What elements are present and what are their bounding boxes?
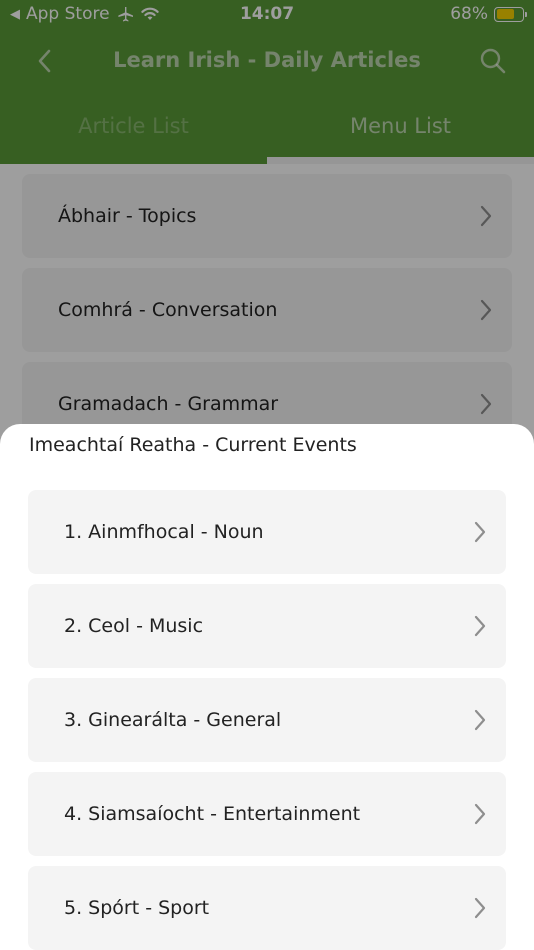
sheet-list: 1. Ainmfhocal - Noun 2. Ceol - Music 3. … bbox=[28, 490, 506, 950]
sheet-item-label: 3. Ginearálta - General bbox=[64, 709, 282, 731]
sheet-item-music[interactable]: 2. Ceol - Music bbox=[28, 584, 506, 668]
sheet-item-label: 2. Ceol - Music bbox=[64, 615, 204, 637]
sheet-item-general[interactable]: 3. Ginearálta - General bbox=[28, 678, 506, 762]
bottom-sheet: Imeachtaí Reatha - Current Events 1. Ain… bbox=[0, 424, 534, 950]
chevron-right-icon bbox=[474, 709, 486, 731]
sheet-item-sport[interactable]: 5. Spórt - Sport bbox=[28, 866, 506, 950]
sheet-item-entertainment[interactable]: 4. Siamsaíocht - Entertainment bbox=[28, 772, 506, 856]
sheet-item-label: 1. Ainmfhocal - Noun bbox=[64, 521, 264, 543]
sheet-item-label: 5. Spórt - Sport bbox=[64, 897, 210, 919]
chevron-right-icon bbox=[474, 897, 486, 919]
chevron-right-icon bbox=[474, 615, 486, 637]
sheet-title: Imeachtaí Reatha - Current Events bbox=[29, 434, 357, 456]
sheet-item-label: 4. Siamsaíocht - Entertainment bbox=[64, 803, 361, 825]
sheet-item-noun[interactable]: 1. Ainmfhocal - Noun bbox=[28, 490, 506, 574]
chevron-right-icon bbox=[474, 521, 486, 543]
chevron-right-icon bbox=[474, 803, 486, 825]
